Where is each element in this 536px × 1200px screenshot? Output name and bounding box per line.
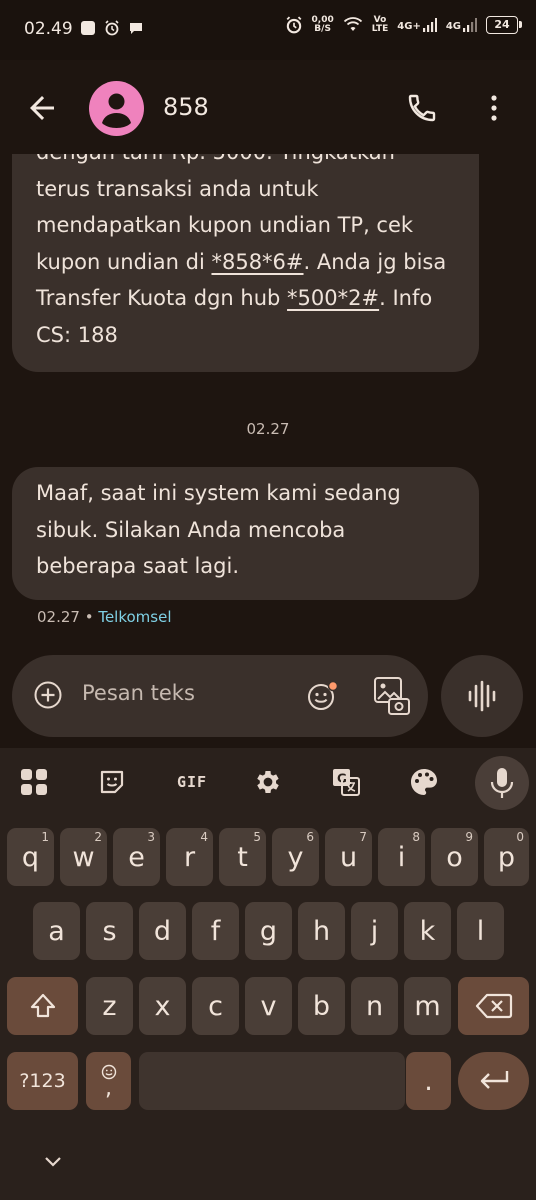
square-app-icon [81, 21, 95, 35]
key-c[interactable]: c [192, 977, 239, 1035]
key-d[interactable]: d [139, 902, 186, 960]
emoji-icon[interactable] [304, 678, 340, 714]
carrier-label: Telkomsel [98, 608, 172, 626]
status-time: 02.49 [24, 19, 73, 39]
key-r[interactable]: r4 [166, 828, 213, 886]
key-p[interactable]: p0 [484, 828, 529, 886]
gif-button[interactable]: GIF [170, 764, 214, 800]
alarm-clock-icon [286, 16, 301, 34]
key-n[interactable]: n [351, 977, 398, 1035]
compose-bar: Pesan teks [12, 655, 428, 737]
contact-avatar[interactable] [89, 81, 144, 136]
microphone-icon [490, 768, 514, 798]
signal-bars-icon [463, 18, 477, 32]
ussd-code-link[interactable]: *500*2# [287, 286, 379, 310]
key-i[interactable]: i8 [378, 828, 425, 886]
network-speed: 0,00 B/S [311, 15, 334, 34]
backspace-icon [475, 993, 512, 1019]
incoming-message-bubble[interactable]: dengan tarif Rp. 5000. Tingkatkan terus … [12, 154, 479, 372]
status-bar: 02.49 0,00 B/S Vo LTE 4G+ 4G 24 [0, 0, 536, 60]
key-h[interactable]: h [298, 902, 345, 960]
signal-bars-icon [422, 18, 437, 32]
backspace-key[interactable] [458, 977, 529, 1035]
key-f[interactable]: f [192, 902, 239, 960]
chevron-down-icon[interactable] [42, 1151, 64, 1173]
battery-indicator: 24 [486, 16, 522, 34]
key-g[interactable]: g [245, 902, 292, 960]
key-s[interactable]: s [86, 902, 133, 960]
timestamp-divider: 02.27 [246, 420, 290, 438]
symbols-key[interactable]: ?123 [7, 1052, 78, 1110]
key-v[interactable]: v [245, 977, 292, 1035]
key-t[interactable]: t5 [219, 828, 266, 886]
voice-message-button[interactable] [441, 655, 523, 737]
theme-palette-icon[interactable] [406, 764, 442, 800]
status-right-icons: 0,00 B/S Vo LTE 4G+ 4G 24 [285, 15, 522, 34]
enter-key[interactable] [458, 1052, 529, 1110]
key-y[interactable]: y6 [272, 828, 319, 886]
key-u[interactable]: u7 [325, 828, 372, 886]
waveform-icon [468, 680, 496, 712]
key-m[interactable]: m [404, 977, 451, 1035]
back-arrow-icon[interactable] [24, 90, 60, 126]
message-list[interactable]: dengan tarif Rp. 5000. Tingkatkan terus … [0, 154, 536, 650]
shift-key[interactable] [7, 977, 78, 1035]
key-e[interactable]: e3 [113, 828, 160, 886]
voice-typing-button[interactable] [475, 756, 529, 810]
settings-gear-icon[interactable] [250, 764, 286, 800]
key-o[interactable]: o9 [431, 828, 478, 886]
key-w[interactable]: w2 [60, 828, 107, 886]
key-z[interactable]: z [86, 977, 133, 1035]
apps-grid-icon[interactable] [16, 764, 52, 800]
message-meta: 02.27 • Telkomsel [37, 608, 172, 626]
translate-icon[interactable]: G [328, 764, 364, 800]
emoji-comma-key[interactable]: , [86, 1052, 131, 1110]
key-q[interactable]: q1 [7, 828, 54, 886]
message-line: kupon undian di *858*6#. Anda jg bisa [36, 249, 447, 274]
enter-arrow-icon [480, 1071, 508, 1089]
key-x[interactable]: x [139, 977, 186, 1035]
status-left-icons [80, 20, 144, 36]
key-l[interactable]: l [457, 902, 504, 960]
conversation-header: 858 [0, 60, 536, 154]
period-key[interactable]: . [406, 1052, 451, 1110]
signal-strength-1: 4G+ [397, 18, 437, 32]
signal-strength-2: 4G [446, 18, 477, 32]
phone-call-icon[interactable] [406, 92, 438, 124]
key-b[interactable]: b [298, 977, 345, 1035]
gallery-attach-icon[interactable] [372, 675, 412, 717]
keyboard-toolbar: GIF G [0, 748, 536, 816]
key-j[interactable]: j [351, 902, 398, 960]
wifi-icon [343, 17, 362, 31]
more-vert-icon[interactable] [484, 92, 504, 124]
person-icon [102, 93, 131, 128]
message-input[interactable]: Pesan teks [82, 681, 292, 705]
chat-bubble-icon [130, 23, 142, 34]
space-key[interactable] [139, 1052, 405, 1110]
shift-arrow-icon [30, 993, 55, 1018]
sticker-icon[interactable] [94, 764, 130, 800]
contact-name[interactable]: 858 [163, 93, 209, 121]
message-line: Transfer Kuota dgn hub *500*2#. Info [36, 286, 433, 311]
key-k[interactable]: k [404, 902, 451, 960]
add-circle-icon[interactable] [32, 679, 64, 711]
volte-indicator: Vo LTE [371, 15, 389, 34]
alarm-icon [105, 20, 119, 36]
incoming-message-bubble[interactable]: Maaf, saat ini system kami sedang sibuk.… [12, 467, 479, 600]
soft-keyboard: GIF G q1 w2 e3 r4 t5 y6 u7 i8 o9 p0 a s … [0, 748, 536, 1200]
key-a[interactable]: a [33, 902, 80, 960]
ussd-code-link[interactable]: *858*6# [211, 250, 303, 274]
